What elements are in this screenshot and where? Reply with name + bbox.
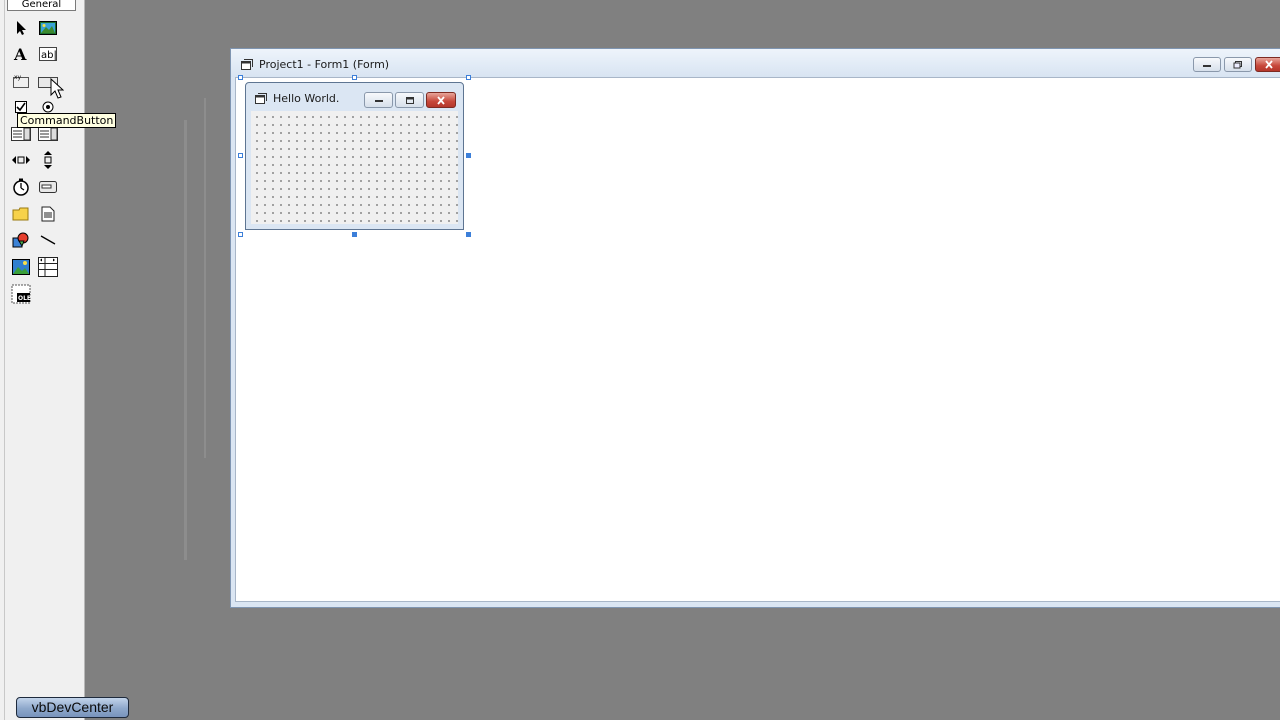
project-minimize-button[interactable] xyxy=(1193,57,1221,72)
frame-icon[interactable]: xy xyxy=(10,70,32,92)
ole-icon[interactable]: OLE xyxy=(10,283,32,305)
vscrollbar-icon[interactable] xyxy=(37,149,59,171)
timer-icon[interactable] xyxy=(10,176,32,198)
svg-text:xy: xy xyxy=(14,74,22,81)
minimize-icon xyxy=(374,100,383,102)
form1-caption: Hello World. xyxy=(273,92,340,105)
resize-handle-bottom[interactable] xyxy=(352,232,357,237)
maximize-icon xyxy=(405,96,414,104)
mouse-cursor-icon xyxy=(50,77,65,103)
project-close-button[interactable] xyxy=(1255,57,1280,72)
toolbox-tab-general[interactable]: General xyxy=(7,0,76,11)
form-icon xyxy=(255,93,267,107)
project-maximize-button[interactable] xyxy=(1224,57,1252,72)
form1-grid-client[interactable] xyxy=(251,111,458,224)
svg-text:A: A xyxy=(13,46,27,62)
shape-icon[interactable] xyxy=(10,229,32,251)
workspace-artifact xyxy=(204,98,206,458)
toolbox-edge xyxy=(4,0,5,720)
resize-handle-top xyxy=(352,75,357,80)
image-icon[interactable] xyxy=(10,256,32,278)
form-window-icon xyxy=(241,59,253,73)
project-window-titlebar[interactable]: Project1 - Form1 (Form) xyxy=(231,49,1280,77)
hscrollbar-icon[interactable] xyxy=(10,149,32,171)
svg-text:OLE: OLE xyxy=(18,295,31,302)
label-icon[interactable]: A xyxy=(10,43,32,65)
resize-handle-top-right xyxy=(466,75,471,80)
line-icon[interactable] xyxy=(37,229,59,251)
textbox-icon[interactable]: ab| xyxy=(37,43,59,65)
svg-text:ab|: ab| xyxy=(41,50,57,61)
form1-maximize-button[interactable] xyxy=(395,92,424,108)
close-icon xyxy=(437,95,445,105)
toolbox: General A ab| xy OLE CommandButton xyxy=(0,0,117,720)
resize-handle-bottom-right[interactable] xyxy=(466,232,471,237)
workspace-artifact xyxy=(184,120,187,560)
resize-handle-bottom-left xyxy=(238,232,243,237)
form1-minimize-button[interactable] xyxy=(364,92,393,108)
commandbutton-tooltip: CommandButton xyxy=(17,113,117,128)
form1-designer[interactable]: Hello World. xyxy=(245,82,464,230)
form1-close-button[interactable] xyxy=(426,92,456,108)
resize-handle-top-left xyxy=(238,75,243,80)
drivelistbox-icon[interactable] xyxy=(37,176,59,198)
vbdevcenter-badge: vbDevCenter xyxy=(16,697,129,718)
dirlistbox-icon[interactable] xyxy=(10,203,32,225)
data-icon[interactable] xyxy=(37,256,59,278)
restore-icon xyxy=(1233,61,1242,69)
resize-handle-left xyxy=(238,153,243,158)
pointer-icon[interactable] xyxy=(10,17,32,39)
minimize-icon xyxy=(1203,64,1211,67)
project-window-title: Project1 - Form1 (Form) xyxy=(259,58,390,71)
close-icon xyxy=(1265,60,1273,69)
resize-handle-right[interactable] xyxy=(466,153,471,158)
picturebox-icon[interactable] xyxy=(37,17,59,39)
filelistbox-icon[interactable] xyxy=(37,203,59,225)
